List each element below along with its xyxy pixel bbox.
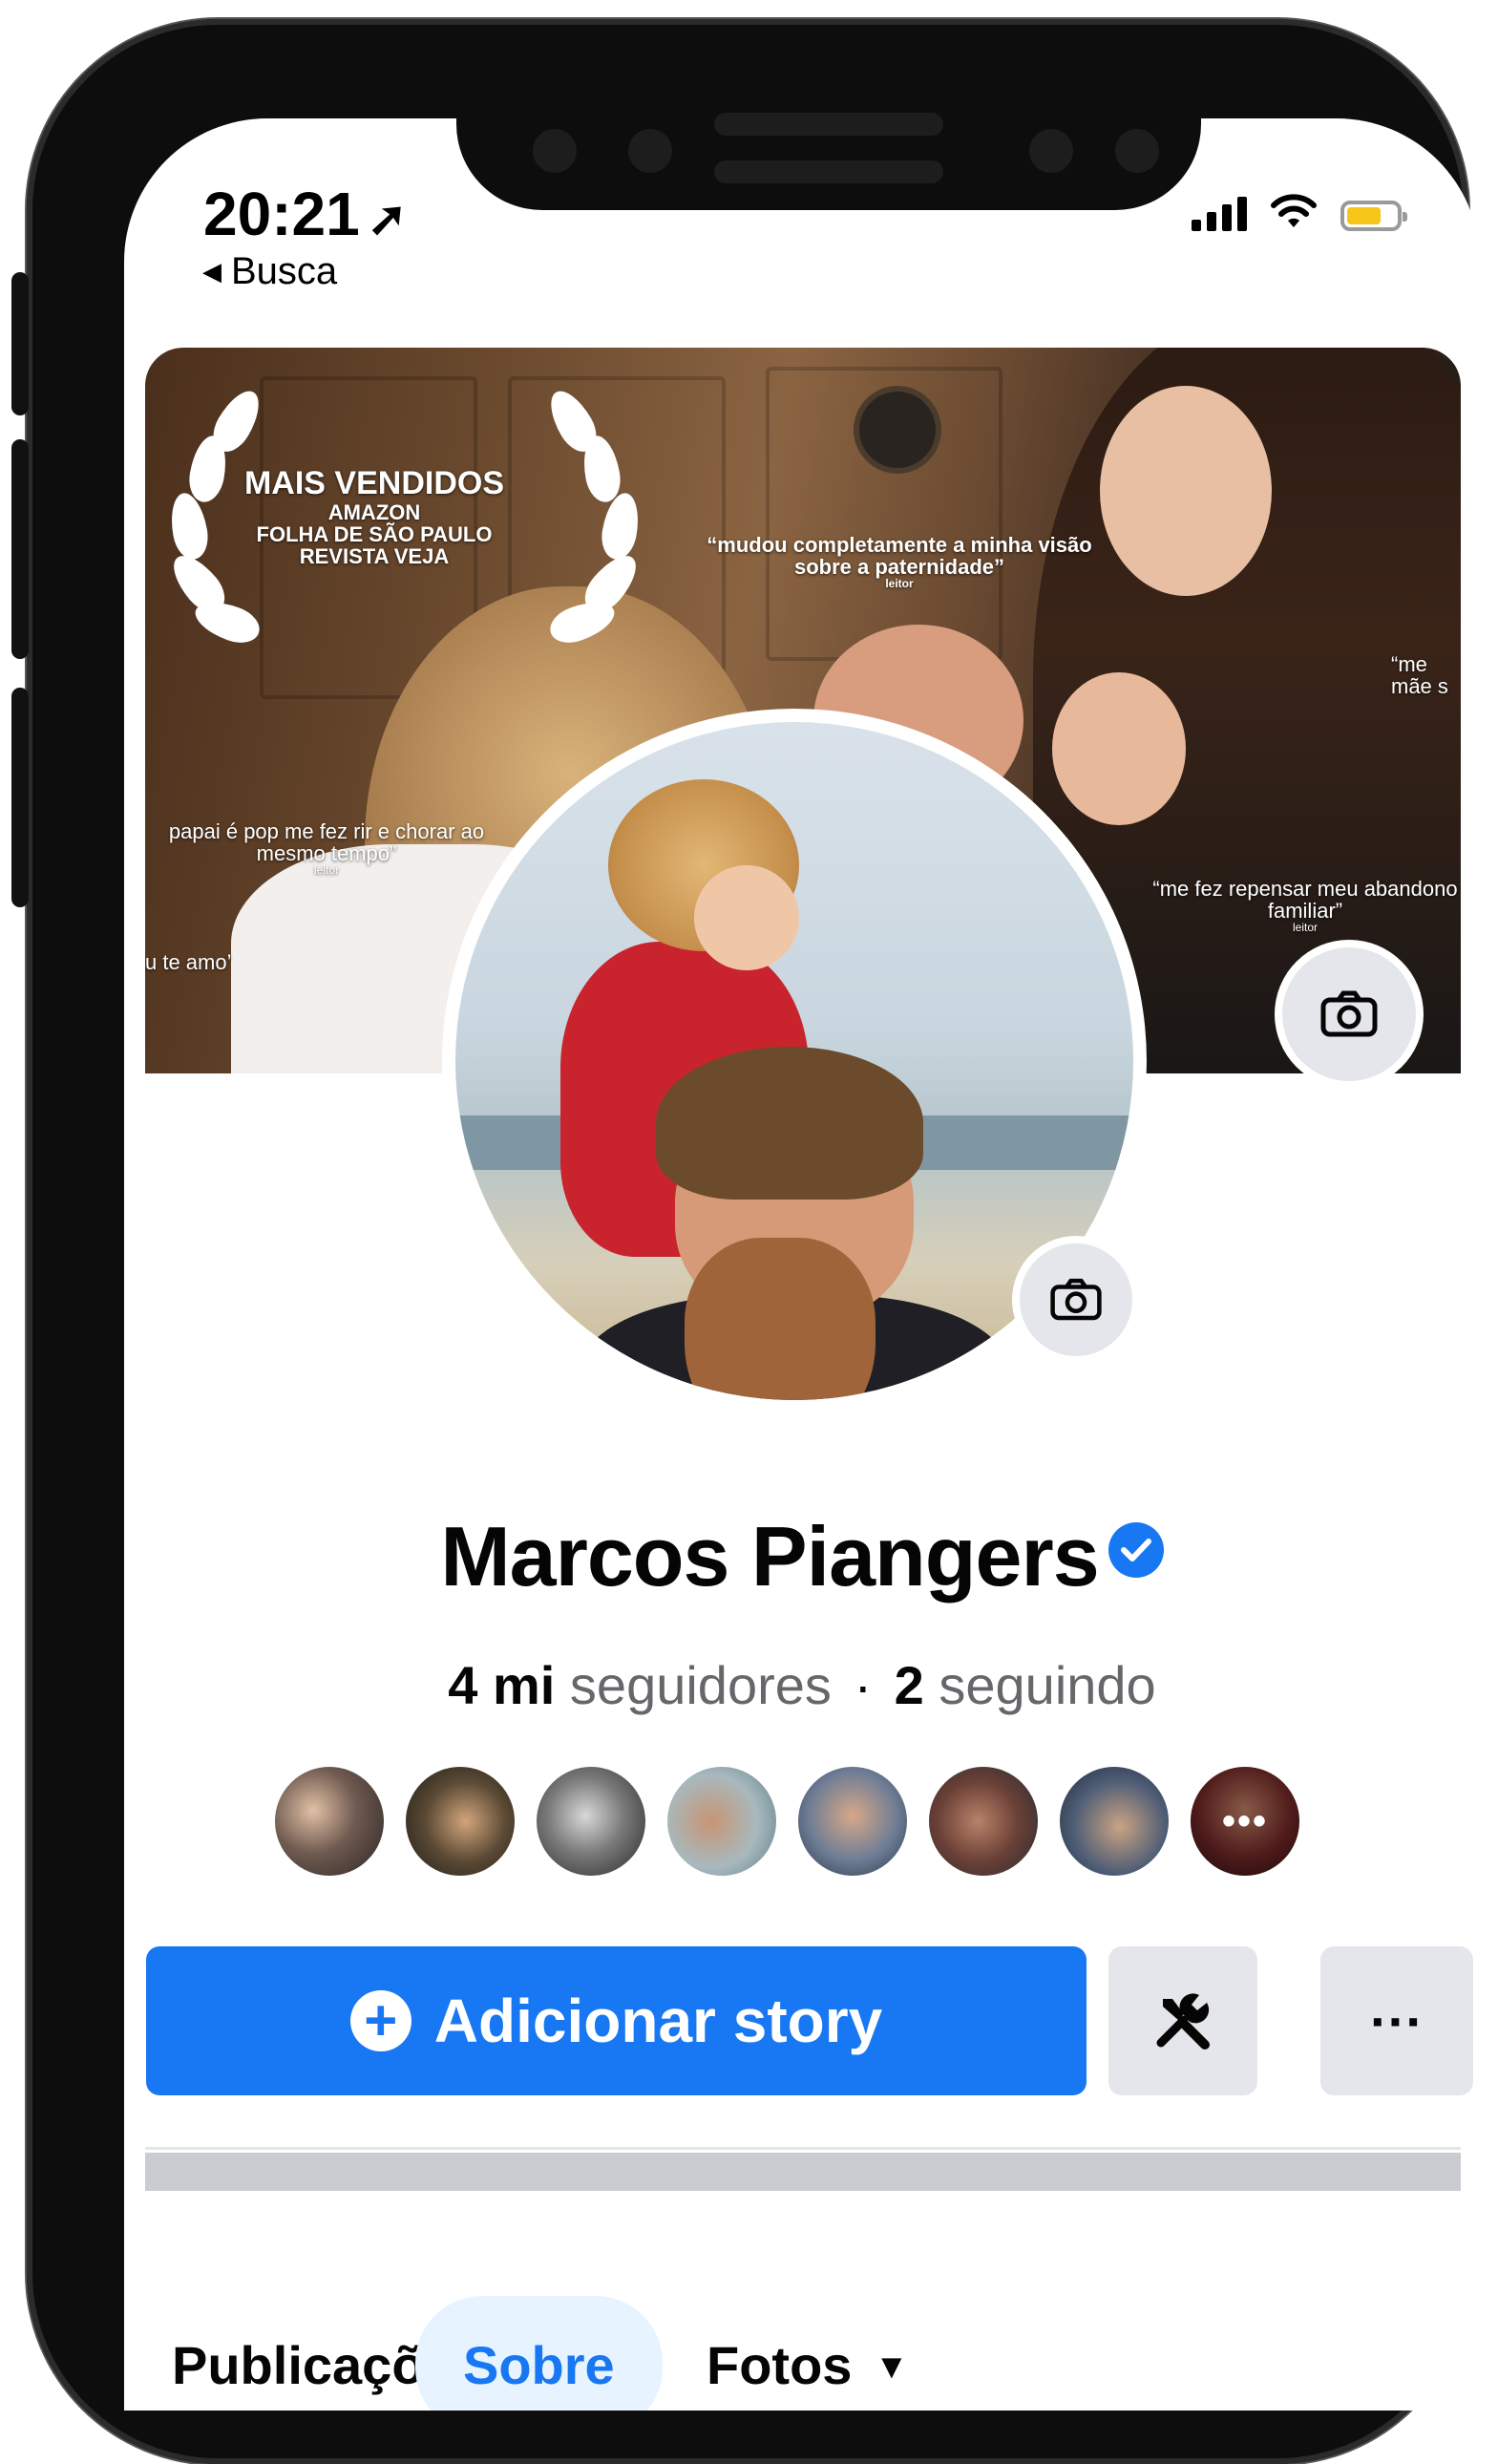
cover-camera-button[interactable] — [1282, 947, 1416, 1081]
profile-name-text: Marcos Piangers — [440, 1509, 1099, 1604]
section-separator — [145, 2153, 1461, 2191]
tools-icon — [1156, 1993, 1210, 2050]
ellipsis-icon: ··· — [1370, 1990, 1424, 2051]
tab-sobre[interactable]: Sobre — [415, 2296, 663, 2411]
edit-profile-button[interactable] — [1108, 1946, 1257, 2095]
back-to-search-link[interactable]: ◀ Busca — [202, 250, 337, 293]
quote-papai-pop: papai é pop me fez rir e chorar ao mesmo… — [168, 819, 485, 878]
followers-count[interactable]: 4 mi — [448, 1655, 555, 1715]
location-arrow-icon: ➚ — [367, 192, 408, 245]
quote-cut-off: “me mãe s — [1391, 652, 1448, 699]
following-count[interactable]: 2 — [895, 1655, 924, 1715]
award-title: MAIS VENDIDOS — [243, 465, 505, 501]
friend-avatar[interactable] — [925, 1763, 1042, 1880]
followers-label[interactable]: seguidores — [570, 1655, 832, 1715]
tab-fotos-label: Fotos — [707, 2335, 853, 2395]
award-line: FOLHA DE SÃO PAULO — [256, 521, 493, 546]
friend-avatar[interactable] — [664, 1763, 780, 1880]
quote-abandono: “me fez repensar meu abandono familiar” … — [1152, 877, 1458, 935]
profile-camera-button[interactable] — [1020, 1243, 1132, 1356]
award-block: MAIS VENDIDOS AMAZON FOLHA DE SÃO PAULO … — [183, 465, 565, 568]
battery-icon — [1340, 201, 1407, 231]
mute-switch — [11, 272, 29, 415]
friend-avatar[interactable] — [794, 1763, 911, 1880]
wifi-icon — [1271, 194, 1317, 227]
following-label[interactable]: seguindo — [939, 1655, 1155, 1715]
divider — [145, 2147, 1461, 2150]
award-line: REVISTA VEJA — [299, 543, 450, 568]
follow-stats: 4 mi seguidores · 2 seguindo — [124, 1654, 1480, 1716]
status-time: 20:21 ➚ — [203, 180, 408, 248]
volume-down-button — [11, 688, 29, 907]
doorknob — [854, 386, 941, 474]
friend-avatar[interactable] — [1056, 1763, 1172, 1880]
phone-frame: 20:21 ➚ ◀ Busca MAIS VENDIDOS AMAZON FOL… — [11, 19, 1480, 2464]
award-line: AMAZON — [327, 499, 421, 524]
status-indicators — [1192, 193, 1407, 231]
more-friends-icon: ••• — [1191, 1767, 1299, 1876]
add-story-button[interactable]: + Adicionar story — [146, 1946, 1087, 2095]
camera-icon — [1050, 1278, 1102, 1321]
cellular-signal-icon — [1192, 193, 1247, 231]
camera-icon — [1320, 990, 1378, 1037]
quote-paternidade: “mudou completamente a minha visão sobre… — [707, 533, 1092, 591]
add-story-label: Adicionar story — [433, 1986, 883, 2055]
friend-avatar[interactable] — [533, 1763, 649, 1880]
phone-notch — [456, 38, 1201, 210]
verified-badge-icon — [1108, 1522, 1164, 1578]
screen: 20:21 ➚ ◀ Busca MAIS VENDIDOS AMAZON FOL… — [124, 118, 1480, 2411]
quote-te-amo: u te amo’ — [145, 950, 232, 974]
friend-avatars: ••• — [271, 1763, 1303, 1880]
caret-down-icon: ▼ — [874, 2347, 909, 2386]
back-triangle-icon: ◀ — [202, 257, 222, 286]
stats-separator: · — [854, 1655, 873, 1715]
friend-avatar[interactable] — [271, 1763, 388, 1880]
profile-tabs: Publicações Sobre Fotos ▼ — [124, 2277, 1480, 2411]
more-options-button[interactable]: ··· — [1320, 1946, 1473, 2095]
friend-avatar[interactable] — [402, 1763, 518, 1880]
volume-up-button — [11, 439, 29, 659]
plus-circle-icon: + — [349, 1990, 411, 2051]
tab-fotos[interactable]: Fotos ▼ — [707, 2334, 909, 2396]
profile-name: Marcos Piangers — [124, 1508, 1480, 1605]
back-label: Busca — [231, 250, 338, 292]
friend-avatar-more[interactable]: ••• — [1187, 1763, 1303, 1880]
